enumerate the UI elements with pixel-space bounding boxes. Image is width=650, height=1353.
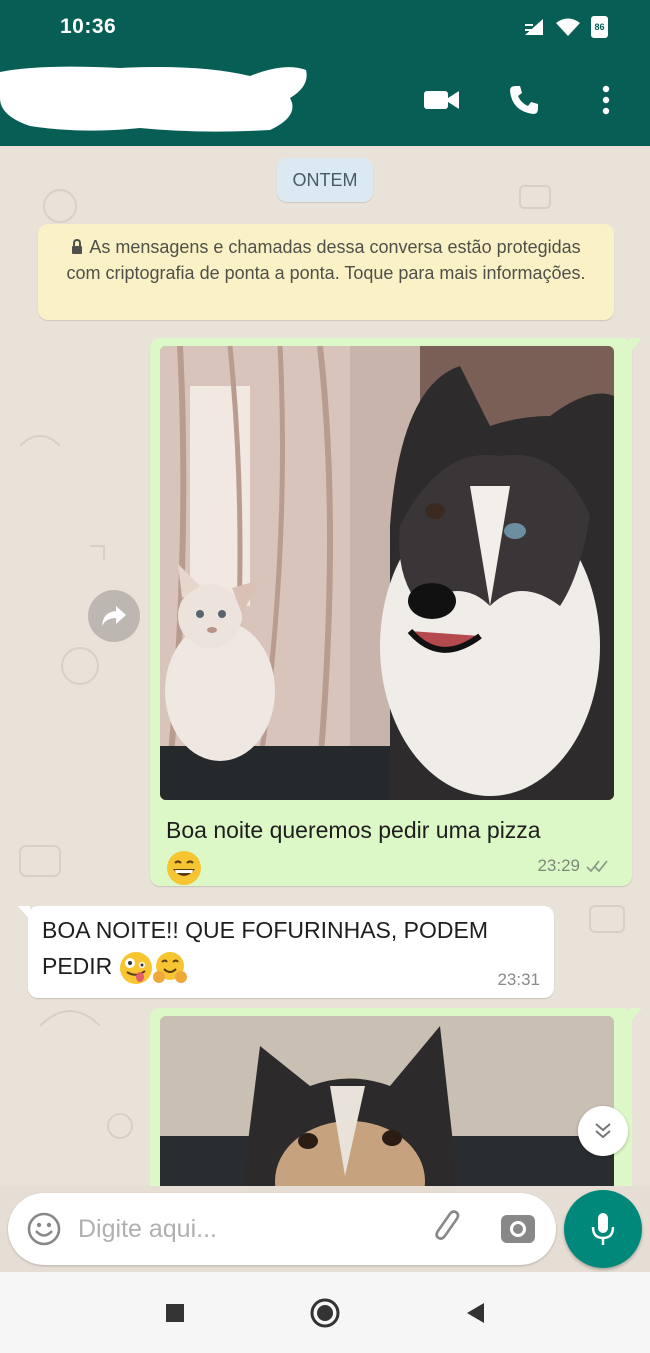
zany-face-emoji [119,951,152,984]
forward-button[interactable] [88,590,140,642]
outgoing-image-message-2[interactable] [150,1008,642,1186]
redacted-contact-name[interactable] [0,58,310,138]
circle-icon [310,1298,340,1327]
message-time: 23:31 [497,970,540,989]
system-navigation-bar [0,1272,650,1353]
incoming-text: BOA NOITE!! QUE FOFURINHAS, PODEM PEDIR [42,912,512,985]
recents-button[interactable] [155,1293,195,1333]
status-icons: 86 [523,16,608,38]
home-button[interactable] [305,1293,345,1333]
outgoing-meta: 23:29 [537,856,610,876]
back-arrow-icon[interactable] [8,84,38,116]
square-icon [166,1303,184,1322]
video-call-icon[interactable] [422,80,462,120]
grinning-face-emoji [167,850,201,885]
battery-level: 86 [594,22,605,32]
microphone-icon [591,1213,615,1245]
back-button[interactable] [455,1293,495,1333]
dog-closeup-photo[interactable] [160,1016,614,1186]
double-chevron-down-icon [595,1123,611,1139]
message-composer [8,1193,556,1265]
battery-icon: 86 [591,16,608,38]
phone-call-icon[interactable] [504,80,544,120]
camera-icon[interactable] [498,1209,538,1249]
dog-and-cat-photo[interactable] [160,346,614,800]
read-receipt-icon [586,860,608,873]
scroll-to-bottom-button[interactable] [578,1106,628,1156]
encryption-text: As mensagens e chamadas dessa conversa e… [66,237,586,283]
message-input[interactable] [78,1209,408,1249]
status-bar: 10:36 86 [0,0,650,54]
header-actions [422,80,626,120]
chat-header [0,54,650,146]
caption-text: Boa noite queremos pedir uma pizza [166,817,541,843]
hugging-face-emoji [152,951,187,983]
chat-area[interactable]: ONTEM As mensagens e chamadas dessa conv… [0,146,650,1186]
date-chip: ONTEM [277,158,373,202]
wifi-icon [556,18,580,36]
signal-icon [525,19,543,35]
incoming-message[interactable]: BOA NOITE!! QUE FOFURINHAS, PODEM PEDIR … [18,906,554,998]
lock-icon [72,239,83,254]
more-options-icon[interactable] [586,80,626,120]
incoming-line-1: BOA NOITE!! QUE FOFURINHAS, PODEM [42,917,488,943]
outgoing-image-message[interactable]: Boa noite queremos pedir uma pizza 23:29 [150,338,642,886]
emoji-picker-icon[interactable] [26,1211,62,1247]
forward-icon [102,606,126,626]
status-time: 10:36 [60,15,117,38]
encryption-notice[interactable]: As mensagens e chamadas dessa conversa e… [38,224,614,320]
attach-icon[interactable] [428,1209,468,1249]
triangle-back-icon [467,1302,484,1323]
message-time: 23:29 [537,856,580,875]
incoming-line-2: PEDIR [42,953,113,979]
voice-message-button[interactable] [564,1190,642,1268]
